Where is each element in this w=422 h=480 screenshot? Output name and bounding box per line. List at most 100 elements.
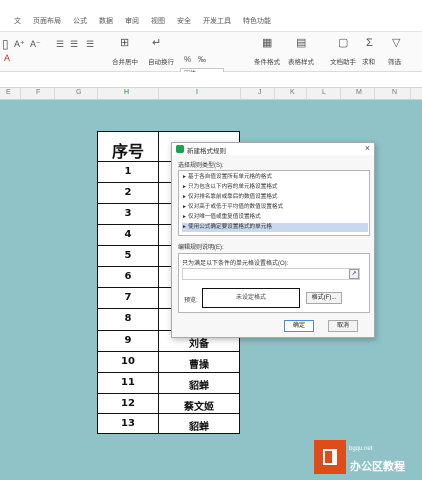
row-no: 7	[124, 292, 132, 303]
sum-icon[interactable]: Σ	[366, 37, 373, 49]
align-center-icon[interactable]: ☰	[56, 38, 64, 50]
table-row[interactable]: 10 曹操	[98, 352, 239, 373]
row-name: 蔡文姬	[184, 402, 214, 413]
doc-helper-icon[interactable]: ▢	[338, 37, 348, 49]
row-no: 3	[124, 208, 132, 219]
arrow-icon: ►	[182, 214, 187, 220]
table-row[interactable]: 11 貂蝉	[98, 373, 239, 394]
percent-icon[interactable]: %	[184, 54, 191, 66]
formula-input[interactable]	[182, 268, 360, 280]
range-select-icon[interactable]: ↗	[349, 269, 359, 279]
dialog-title-bar[interactable]: 新建格式规则 ×	[172, 143, 374, 155]
paste-icon[interactable]: ▯	[2, 38, 9, 50]
col-H[interactable]: H	[124, 89, 129, 96]
menu-item-0[interactable]: 文	[14, 16, 21, 26]
row-name: 貂蝉	[189, 381, 209, 392]
watermark-url: bgqu.net	[349, 446, 373, 452]
decimal-icon[interactable]: ‰	[198, 54, 206, 66]
font-size-up-icon[interactable]: A⁺	[14, 38, 25, 50]
new-format-rule-dialog: 新建格式规则 × 选择规则类型(S): ► 基于各自值设置所有单元格的格式 ► 只为…	[171, 142, 375, 338]
rule-type-text: 仅对排名靠前或靠后的数值设置格式	[188, 194, 278, 200]
font-color-icon[interactable]: A	[4, 52, 10, 64]
filter-icon[interactable]: ▽	[392, 37, 400, 49]
rule-type-item[interactable]: ► 仅对高于或低于平均值的数值设置格式	[182, 203, 368, 212]
menu-item-view[interactable]: 视图	[151, 16, 165, 26]
merge-center-label[interactable]: 合并居中	[112, 56, 138, 66]
rule-type-item[interactable]: ► 基于各自值设置所有单元格的格式	[182, 173, 368, 182]
doc-helper-label[interactable]: 文档助手	[330, 56, 356, 66]
menu-bar: 文 页面布局 公式 数据 审阅 视图 安全 开发工具 特色功能	[0, 10, 422, 32]
conditional-format-icon[interactable]: ▦	[262, 37, 272, 49]
formula-condition-label: 只为满足以下条件的单元格设置格式(O):	[182, 261, 289, 267]
align-right-icon[interactable]: ☰	[70, 38, 78, 50]
menu-item-formulas[interactable]: 公式	[73, 16, 87, 26]
ribbon-toolbar: ▯ A⁺ A⁻ A ☰ ☰ ☰ ⊞ 合并居中 ↵ 自动换行 宋体 % ‰ ▦ 条…	[0, 32, 422, 80]
row-name: 曹操	[189, 360, 209, 371]
col-G[interactable]: G	[76, 89, 81, 96]
rule-type-text: 仅对唯一值或重复值设置格式	[188, 214, 261, 220]
arrow-icon: ►	[182, 224, 187, 230]
font-size-down-icon[interactable]: A⁻	[30, 38, 41, 50]
wrap-text-label[interactable]: 自动换行	[148, 56, 174, 66]
col-K[interactable]: K	[290, 89, 295, 96]
col-F[interactable]: F	[36, 89, 40, 96]
rule-type-text: 使用公式确定要设置格式的单元格	[188, 224, 272, 230]
menu-item-review[interactable]: 审阅	[125, 16, 139, 26]
column-header-row: E F G H I J K L M N	[0, 88, 422, 100]
col-J[interactable]: J	[258, 89, 262, 96]
menu-item-developer[interactable]: 开发工具	[203, 16, 231, 26]
row-no: 10	[121, 356, 135, 367]
arrow-icon: ►	[182, 194, 187, 200]
conditional-format-label[interactable]: 条件格式	[254, 56, 280, 66]
col-L[interactable]: L	[322, 89, 326, 96]
merge-icon[interactable]: ⊞	[120, 37, 129, 49]
formula-bar[interactable]	[0, 72, 422, 88]
row-no: 8	[124, 313, 132, 324]
arrow-icon: ►	[182, 174, 187, 180]
arrow-icon: ►	[182, 204, 187, 210]
row-no: 9	[124, 335, 132, 346]
table-row[interactable]: 13 貂蝉	[98, 414, 239, 433]
row-name: 貂蝉	[189, 422, 209, 433]
filter-label[interactable]: 筛选	[388, 56, 401, 66]
title-bar	[0, 0, 422, 10]
app-logo-icon	[176, 145, 184, 153]
sum-label[interactable]: 求和	[362, 56, 375, 66]
align-justify-icon[interactable]: ☰	[86, 38, 94, 50]
edit-rule-label: 编辑规则说明(E):	[178, 245, 224, 251]
spreadsheet-app: 文 页面布局 公式 数据 审阅 视图 安全 开发工具 特色功能 ▯ A⁺ A⁻ …	[0, 0, 422, 480]
table-row[interactable]: 12 蔡文姬	[98, 394, 239, 414]
menu-item-security[interactable]: 安全	[177, 16, 191, 26]
rule-type-item[interactable]: ► 只为包含以下内容的单元格设置格式	[182, 183, 368, 192]
rule-type-label: 选择规则类型(S):	[178, 163, 224, 169]
row-no: 6	[124, 271, 132, 282]
preview-label: 预览:	[184, 298, 198, 304]
menu-item-page-layout[interactable]: 页面布局	[33, 16, 61, 26]
rule-type-list[interactable]: ► 基于各自值设置所有单元格的格式 ► 只为包含以下内容的单元格设置格式 ► 仅对排名…	[178, 170, 370, 236]
cancel-button[interactable]: 取消	[328, 320, 358, 332]
rule-type-text: 基于各自值设置所有单元格的格式	[188, 174, 272, 180]
ok-button[interactable]: 确定	[284, 320, 314, 332]
format-button[interactable]: 格式(F)...	[306, 292, 342, 304]
col-I[interactable]: I	[196, 89, 198, 96]
watermark-text: 办公区教程	[350, 460, 405, 473]
wrap-text-icon[interactable]: ↵	[152, 37, 161, 49]
menu-item-special[interactable]: 特色功能	[243, 16, 271, 26]
close-icon[interactable]: ×	[365, 143, 370, 153]
row-no: 12	[121, 398, 135, 409]
col-E[interactable]: E	[6, 89, 11, 96]
rule-type-item[interactable]: ► 仅对唯一值或重复值设置格式	[182, 213, 368, 222]
row-no: 11	[121, 377, 135, 388]
watermark-logo	[314, 440, 346, 474]
col-M[interactable]: M	[356, 89, 362, 96]
table-style-icon[interactable]: ▤	[296, 37, 306, 49]
menu-item-data[interactable]: 数据	[99, 16, 113, 26]
preview-box: 未设定格式	[202, 288, 300, 308]
header-no: 序号	[111, 142, 144, 161]
rule-type-text: 只为包含以下内容的单元格设置格式	[188, 184, 278, 190]
col-N[interactable]: N	[392, 89, 397, 96]
rule-type-item-selected[interactable]: ► 使用公式确定要设置格式的单元格	[182, 223, 368, 232]
rule-type-item[interactable]: ► 仅对排名靠前或靠后的数值设置格式	[182, 193, 368, 202]
table-style-label[interactable]: 表格样式	[288, 56, 314, 66]
row-no: 4	[124, 229, 132, 240]
